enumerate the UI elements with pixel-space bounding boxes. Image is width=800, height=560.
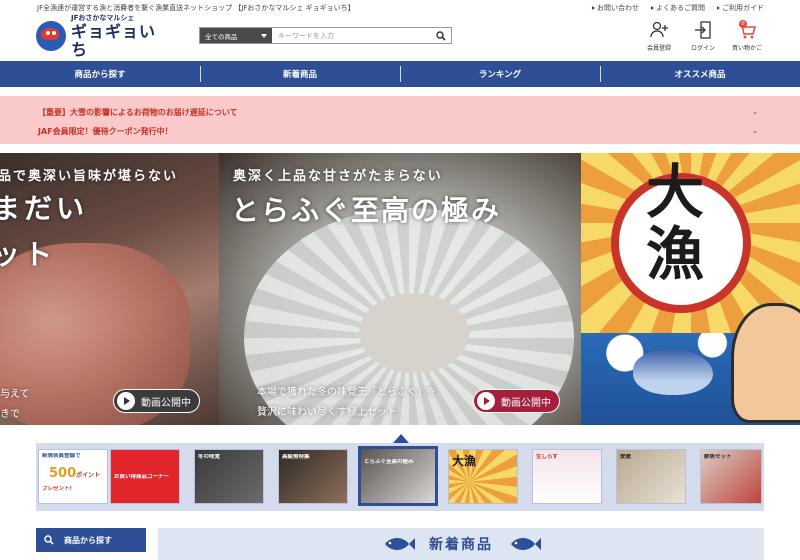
tuna-illustration — [633, 349, 713, 395]
register-button[interactable]: 会員登録 — [642, 20, 676, 52]
thumbnail-caption: 高級魚特集 — [282, 454, 310, 460]
nav-item-new-arrivals[interactable]: 新着商品 — [200, 61, 400, 87]
slide-description: 本場で獲れた冬の味覚王「とらふぐ」を — [257, 387, 437, 398]
play-icon — [477, 392, 495, 410]
site-logo[interactable]: JFおさかなマルシェ ギョギョいち — [36, 14, 156, 59]
slide-subtitle: 奥深く上品な甘さがたまらない — [233, 169, 443, 184]
thumbnail-torafugu[interactable]: とらふぐ至高の極み — [358, 446, 438, 506]
notice-item[interactable]: 【重要】大雪の影響によるお荷物のお届け遅延について ⌄ — [38, 104, 758, 120]
register-label: 会員登録 — [646, 45, 671, 52]
login-button[interactable]: ログイン — [686, 20, 720, 52]
points-value: 500ポイント — [49, 466, 100, 481]
search-button[interactable] — [431, 28, 451, 43]
video-button[interactable]: 動画公開中 — [113, 389, 200, 413]
nav-item-recommended[interactable]: オススメ商品 — [600, 61, 800, 87]
slide-description-line2: きで — [0, 409, 20, 420]
play-icon — [117, 392, 135, 410]
fish-icon — [385, 538, 415, 550]
faq-link[interactable]: よくあるご質問 — [651, 3, 705, 13]
notice-text: JAF会員限定！優待クーポン発行中！ — [38, 126, 173, 136]
thumbnail-caption: 冬の味覚 — [198, 454, 221, 460]
chevron-down-icon: ⌄ — [752, 108, 758, 116]
video-button[interactable]: 動画公開中 — [473, 389, 560, 413]
slide-title: まだい — [0, 192, 89, 225]
thumbnail-caption: お買い得商品コーナー — [114, 474, 170, 480]
top-links: お問い合わせ よくあるご質問 ご利用ガイド — [592, 3, 764, 13]
thumbnail-tairyo[interactable]: 大漁 — [448, 449, 518, 504]
top-strip: JF全漁連が運営する漁と消費者を繋ぐ漁業直送ネットショップ 【JFおさかなマルシ… — [0, 0, 800, 14]
thumbnail-signup-points[interactable]: 新規会員登録で 500ポイント プレゼント! — [38, 449, 108, 504]
notice-item[interactable]: JAF会員限定！優待クーポン発行中！ ⌄ — [38, 123, 758, 139]
arrow-right-icon — [717, 6, 720, 10]
header-icons: 会員登録 ログイン 0 買い物かご — [642, 20, 764, 52]
notice-panel: 【重要】大雪の影響によるお荷物のお届け遅延について ⌄ JAF会員限定！優待クー… — [0, 96, 800, 144]
thumbnail-winter[interactable]: 冬の味覚 — [194, 449, 264, 504]
hero-slide-tairyo[interactable]: 大漁 — [581, 153, 800, 425]
video-button-label: 動画公開中 — [141, 397, 191, 409]
guide-link-label: ご利用ガイド — [722, 4, 764, 12]
search-category-value: 全ての商品 — [205, 32, 238, 41]
thumbnail-ehime[interactable]: 愛媛 — [616, 449, 686, 504]
thumbnail-caption: 鮮魚セット — [704, 454, 732, 460]
logo-text: JFおさかなマルシェ ギョギョいち — [71, 13, 156, 59]
plate-center — [359, 293, 469, 373]
nav-item-browse-products[interactable]: 商品から探す — [0, 61, 200, 87]
thumbnail-fish-set[interactable]: 鮮魚セット — [700, 449, 762, 504]
main-nav: 商品から探す 新着商品 ランキング オススメ商品 — [0, 61, 800, 87]
new-arrivals-header: 新着商品 — [158, 528, 764, 560]
slide-description-line2: 贅沢に味わい尽くす極上セット — [257, 407, 397, 418]
slide-description: 与えて — [0, 389, 30, 400]
chevron-down-icon — [261, 33, 267, 38]
login-label: ログイン — [690, 45, 715, 52]
thumbnail-premium-fish[interactable]: 高級魚特集 — [278, 449, 348, 504]
thumbnail-caption: 新規会員登録で — [42, 453, 81, 459]
points-unit: ポイント — [76, 472, 101, 479]
fish-icon — [511, 538, 541, 550]
cart-button[interactable]: 0 買い物かご — [730, 20, 764, 52]
cart-count-badge: 0 — [739, 20, 747, 28]
fish-logo-icon — [36, 21, 66, 51]
browse-products-label: 商品から探す — [64, 535, 112, 545]
slide-title: 大漁 — [636, 161, 704, 285]
cart-label: 買い物かご — [731, 45, 762, 52]
search-icon — [436, 30, 446, 41]
video-button-label: 動画公開中 — [501, 397, 551, 409]
slide-title-line2: ット — [0, 238, 57, 271]
thumbnail-subcaption: プレゼント! — [42, 486, 73, 492]
guide-link[interactable]: ご利用ガイド — [717, 3, 764, 13]
hero-slide-torafugu[interactable]: 奥深く上品な甘さがたまらない とらふぐ至高の極み 本場で獲れた冬の味覚王「とらふ… — [219, 153, 581, 425]
arrow-right-icon — [651, 6, 654, 10]
browse-products-button[interactable]: 商品から探す — [36, 528, 146, 552]
notice-text: 【重要】大雪の影響によるお荷物のお届け遅延について — [38, 107, 238, 117]
section-title: 新着商品 — [429, 537, 493, 553]
thumbnail-caption: とらふぐ至高の極み — [364, 459, 414, 465]
thumbnail-caption: 愛媛 — [620, 454, 632, 460]
active-thumbnail-pointer — [393, 434, 409, 443]
thumbnail-bargain[interactable]: お買い得商品コーナー — [110, 449, 180, 504]
contact-link-label: お問い合わせ — [597, 4, 639, 12]
arrow-right-icon — [592, 6, 595, 10]
search-category-select[interactable]: 全ての商品 — [200, 28, 272, 43]
chevron-down-icon: ⌄ — [752, 127, 758, 135]
thumbnail-caption: 生しらす — [536, 454, 558, 460]
user-plus-icon — [650, 21, 668, 38]
slide-title: とらふぐ至高の極み — [231, 194, 502, 227]
login-icon — [695, 21, 711, 39]
thumbnail-caption: 大漁 — [452, 454, 477, 468]
slide-subtitle: 品で奥深い旨味が堪らない — [0, 169, 179, 184]
nav-item-ranking[interactable]: ランキング — [400, 61, 600, 87]
contact-link[interactable]: お問い合わせ — [592, 3, 639, 13]
faq-link-label: よくあるご質問 — [656, 4, 705, 12]
thumbnail-shirasu[interactable]: 生しらす — [532, 449, 602, 504]
site-tagline: JF全漁連が運営する漁と消費者を繋ぐ漁業直送ネットショップ 【JFおさかなマルシ… — [37, 4, 355, 12]
hero-slide-madai[interactable]: 品で奥深い旨味が堪らない まだい ット 与えて きで 動画公開中 — [0, 153, 219, 425]
points-number: 500 — [49, 466, 77, 481]
hero-carousel: 品で奥深い旨味が堪らない まだい ット 与えて きで 動画公開中 奥深く上品な甘… — [0, 153, 800, 425]
search-input[interactable] — [272, 28, 431, 43]
logo-title: ギョギョいち — [71, 22, 157, 59]
search-bar: 全ての商品 — [199, 27, 452, 44]
fisherman-illustration — [731, 303, 800, 423]
search-icon — [44, 535, 54, 545]
